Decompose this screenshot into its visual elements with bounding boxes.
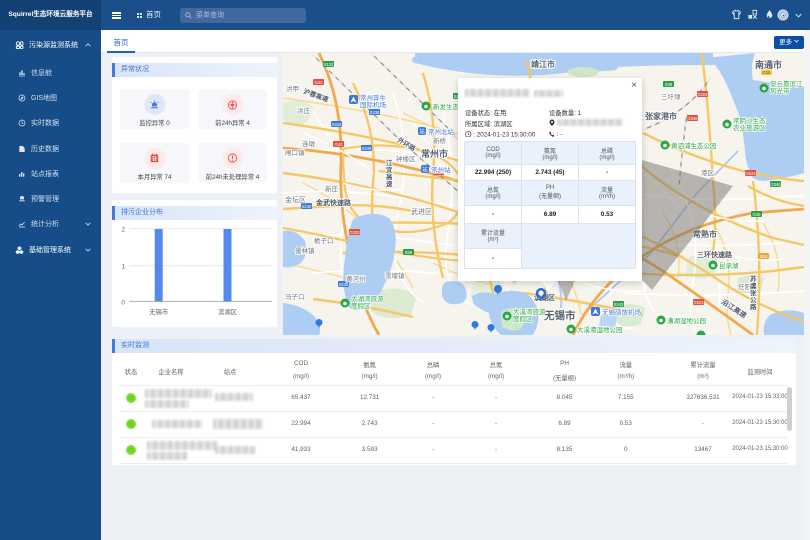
svg-text:昆承湖: 昆承湖 [719, 261, 739, 270]
svg-text:G40: G40 [753, 212, 762, 217]
svg-text:太湖湾旅游: 太湖湾旅游 [351, 294, 384, 303]
svg-text:无锡市: 无锡市 [543, 309, 576, 322]
svg-text:G233: G233 [349, 230, 360, 235]
svg-text:常阴沙生态: 常阴沙生态 [733, 116, 766, 125]
svg-text:钟楼区: 钟楼区 [396, 154, 416, 163]
svg-text:G346: G346 [770, 182, 781, 187]
svg-text:马子口: 马子口 [285, 293, 305, 301]
svg-text:风光带: 风光带 [770, 86, 790, 95]
svg-text:大溪港湿地公园: 大溪港湿地公园 [577, 325, 623, 334]
svg-text:1: 1 [121, 264, 125, 271]
svg-text:国际机场: 国际机场 [360, 100, 387, 109]
svg-text:桅子口: 桅子口 [314, 236, 334, 245]
svg-text:无锡硕放机场: 无锡硕放机场 [602, 308, 642, 317]
svg-text:大溪湾旅游: 大溪湾旅游 [513, 307, 546, 316]
svg-text:S343: S343 [614, 302, 624, 307]
svg-text:常州北站: 常州北站 [428, 127, 455, 136]
svg-text:安丘靠滨江: 安丘靠滨江 [770, 79, 803, 88]
svg-text:常州奔牛: 常州奔牛 [360, 93, 387, 102]
svg-text:洪庄: 洪庄 [297, 106, 311, 115]
svg-text:2: 2 [121, 227, 125, 234]
svg-text:金武快速路: 金武快速路 [315, 198, 352, 207]
svg-text:常州站: 常州站 [431, 165, 451, 174]
svg-text:站: 站 [419, 128, 425, 136]
svg-text:新庄: 新庄 [325, 184, 339, 193]
svg-text:站: 站 [422, 166, 428, 174]
svg-text:S239: S239 [362, 146, 372, 151]
svg-text:G524: G524 [745, 171, 756, 176]
svg-text:连墩: 连墩 [302, 139, 316, 148]
svg-text:G42: G42 [335, 142, 344, 147]
svg-text:S342: S342 [332, 122, 342, 127]
svg-text:S240: S240 [302, 204, 312, 209]
svg-text:G524: G524 [693, 300, 704, 305]
svg-text:洪甲: 洪甲 [286, 84, 299, 93]
svg-text:漕湖湿地公园: 漕湖湿地公园 [667, 316, 706, 325]
svg-text:G204: G204 [697, 92, 708, 97]
svg-text:S122: S122 [324, 62, 334, 67]
svg-text:南通市: 南通市 [755, 59, 782, 70]
svg-text:滨湖区: 滨湖区 [218, 307, 237, 316]
svg-text:G346: G346 [687, 116, 698, 121]
svg-text:度假区: 度假区 [351, 301, 371, 310]
svg-text:黄泗浦生态公园: 黄泗浦生态公园 [671, 141, 717, 150]
svg-text:金坛区: 金坛区 [285, 195, 306, 204]
svg-text:S338: S338 [370, 110, 380, 115]
svg-text:三环快速路: 三环快速路 [697, 250, 733, 259]
svg-text:苏虞张公路: 苏虞张公路 [750, 274, 757, 311]
svg-text:农业旅游区: 农业旅游区 [733, 123, 766, 132]
svg-text:儒林镇: 儒林镇 [295, 246, 315, 255]
svg-text:无锡市: 无锡市 [149, 307, 168, 316]
svg-text:0: 0 [121, 299, 125, 306]
svg-text:黄河州: 黄河州 [346, 274, 366, 283]
svg-text:S58: S58 [405, 250, 413, 255]
svg-text:武进区: 武进区 [411, 207, 432, 216]
svg-text:三圩埭: 三圩埭 [661, 92, 681, 101]
svg-text:G15: G15 [763, 70, 772, 75]
svg-text:S19: S19 [760, 254, 768, 259]
svg-text:S38: S38 [665, 82, 673, 87]
svg-text:雪堰镇: 雪堰镇 [385, 271, 405, 280]
svg-text:靖江市: 靖江市 [531, 59, 555, 69]
svg-text:闸口镇: 闸口镇 [285, 148, 305, 157]
svg-text:港区: 港区 [701, 168, 715, 177]
svg-text:G42: G42 [315, 80, 324, 85]
svg-text:新桥: 新桥 [433, 136, 447, 145]
svg-text:张家港市: 张家港市 [645, 111, 677, 121]
svg-text:度假区: 度假区 [513, 314, 533, 323]
svg-text:常州市: 常州市 [421, 148, 448, 159]
svg-text:江宜高速: 江宜高速 [386, 158, 393, 188]
